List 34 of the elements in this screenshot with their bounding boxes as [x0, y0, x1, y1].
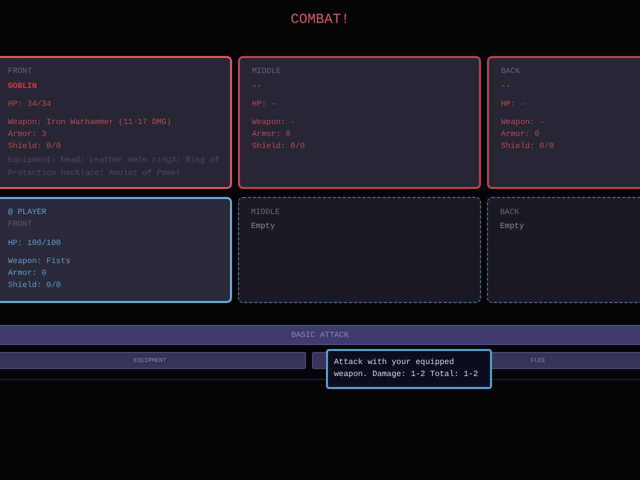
enemy-name: GOBLIN	[8, 81, 38, 93]
hp-text: HP: -	[252, 99, 278, 111]
enemy-card[interactable]: BACK -- HP: - Weapon: - Armor: 0 Shield: 0/0	[487, 56, 640, 189]
weapon-text: Weapon: Iron Warhammer (11-17 DMG)	[8, 117, 172, 129]
shield-text: Shield: 0/0	[8, 280, 62, 292]
hp-text: HP: 100/100	[8, 238, 62, 250]
shield-text: Shield: 0/0	[501, 141, 555, 153]
empty-slot[interactable]: MIDDLE Empty	[238, 197, 481, 303]
player-name: @ PLAYER	[8, 207, 48, 219]
basic-attack-button[interactable]: BASIC ATTACK	[0, 325, 640, 345]
weapon-text: Weapon: -	[501, 117, 546, 129]
position-label: FRONT	[8, 66, 34, 78]
combat-title: COMBAT!	[290, 11, 350, 30]
enemy-name: --	[252, 81, 263, 93]
enemy-card[interactable]: MIDDLE -- HP: - Weapon: - Armor: 0 Shield: 0/0	[238, 56, 481, 189]
armor-text: Armor: 0	[501, 129, 540, 141]
armor-text: Armor: 0	[252, 129, 292, 141]
position-label: BACK	[501, 66, 522, 78]
position-label: MIDDLE	[251, 207, 281, 219]
hp-text: HP: 34/34	[8, 99, 52, 111]
weapon-text: Weapon: Fists	[8, 256, 72, 268]
shield-text: Shield: 0/0	[252, 141, 306, 153]
empty-label: Empty	[251, 221, 276, 233]
position-label: MIDDLE	[252, 66, 282, 78]
armor-text: Armor: 3	[8, 129, 48, 141]
tooltip: Attack with your equipped weapon. Damage: 1-2 Total: 1-2	[326, 349, 492, 389]
enemy-name: --	[501, 81, 512, 93]
armor-text: Armor: 0	[8, 268, 48, 280]
empty-label: Empty	[500, 221, 526, 233]
weapon-text: Weapon: -	[252, 117, 296, 129]
shield-text: Shield: 0/0	[8, 141, 62, 153]
hp-text: HP: -	[501, 99, 526, 111]
position-label: BACK	[500, 207, 520, 219]
empty-slot[interactable]: BACK Empty	[487, 197, 640, 303]
